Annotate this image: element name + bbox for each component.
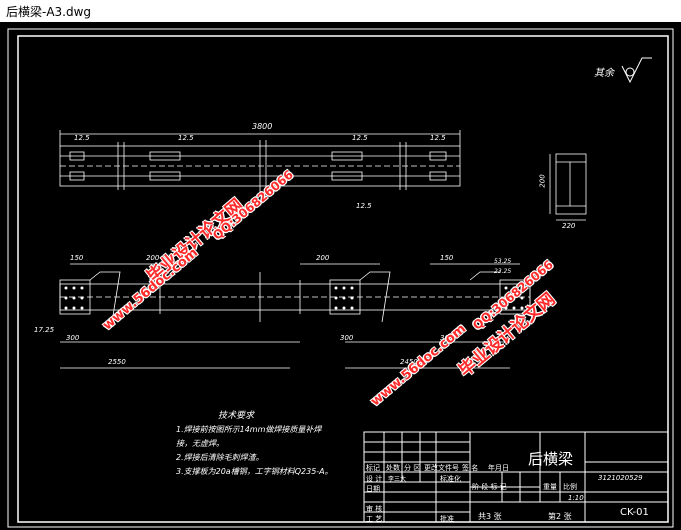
cad-drawing <box>7 28 674 528</box>
dim-right-150: 150 <box>440 254 454 262</box>
window-title: 后横梁-A3.dwg <box>6 5 92 19</box>
design-label: 设 计 <box>366 475 383 483</box>
notes-line-2: 接，无虚焊。 <box>176 439 224 448</box>
dim-width-side: 220 <box>562 222 576 230</box>
dim-total-length: 3800 <box>252 122 273 131</box>
dim-weld-3: 12.5 <box>352 134 368 142</box>
dim-left-2550: 2550 <box>108 358 126 366</box>
dim-weld-1: 12.5 <box>74 134 90 142</box>
side-view <box>549 153 587 221</box>
dim-weld-5: 12.5 <box>356 202 372 210</box>
row-sign: 签 名 <box>462 464 479 472</box>
roughness-symbol <box>621 57 652 84</box>
notes-line-3: 2.焊接后清除毛刺焊渣。 <box>176 453 264 462</box>
approve-label: 批准 <box>440 515 454 523</box>
dim-left-150: 150 <box>70 254 84 262</box>
check-label: 审 核 <box>366 505 383 513</box>
outer-frame <box>7 28 674 528</box>
part-name: 后横梁 <box>528 450 574 468</box>
notes-line-4: 3.支撑板为20a槽钢，工字钢材料Q235-A。 <box>176 467 333 476</box>
dim-mid-200: 200 <box>316 254 330 262</box>
window-titlebar: 后横梁-A3.dwg <box>0 0 681 23</box>
notes-heading: 技术要求 <box>218 411 255 421</box>
row-change: 更改文件号 <box>424 464 459 472</box>
dim-mid-300: 300 <box>340 334 354 342</box>
dim-height-side: 200 <box>538 174 547 188</box>
process-label: 工 艺 <box>366 515 383 523</box>
scale-value: 1:10 <box>568 494 584 502</box>
sheet-count: 共3 张 <box>478 512 502 521</box>
sheet-number: 第2 张 <box>548 512 572 521</box>
dim-weld-2: 12.5 <box>178 134 194 142</box>
drawing-code: CK-01 <box>620 507 649 518</box>
front-view-beam <box>59 263 531 369</box>
scale-label: 比例 <box>563 483 577 491</box>
row-mark: 标记 <box>366 464 380 472</box>
dim-right-5325: 53.25 <box>494 258 512 265</box>
roughness-label: 其余 <box>594 68 614 79</box>
dim-left-1725: 17.25 <box>34 326 55 334</box>
top-view-beam <box>59 130 461 192</box>
row-count: 处数 <box>386 464 400 472</box>
drawing-number: 3121020529 <box>598 474 643 482</box>
notes-line-1: 1.焊接前按图所示14mm做焊接质量补焊 <box>176 425 322 434</box>
dim-right-2325: 23.25 <box>494 268 512 275</box>
row-zone: 分 区 <box>404 464 421 472</box>
stage-label: 阶 段 标 记 <box>472 483 507 491</box>
drawing-canvas[interactable]: 其余 3800 12.5 12.5 12.5 12.5 12.5 200 220… <box>0 22 681 530</box>
standard-label: 标准化 <box>440 475 461 483</box>
weight-label: 重量 <box>543 483 557 491</box>
date-label: 日期 <box>366 485 380 493</box>
row-date: 年月日 <box>488 464 509 472</box>
dim-weld-4: 12.5 <box>430 134 446 142</box>
dim-left-300: 300 <box>66 334 80 342</box>
designer-name: 李三大 <box>388 476 407 483</box>
